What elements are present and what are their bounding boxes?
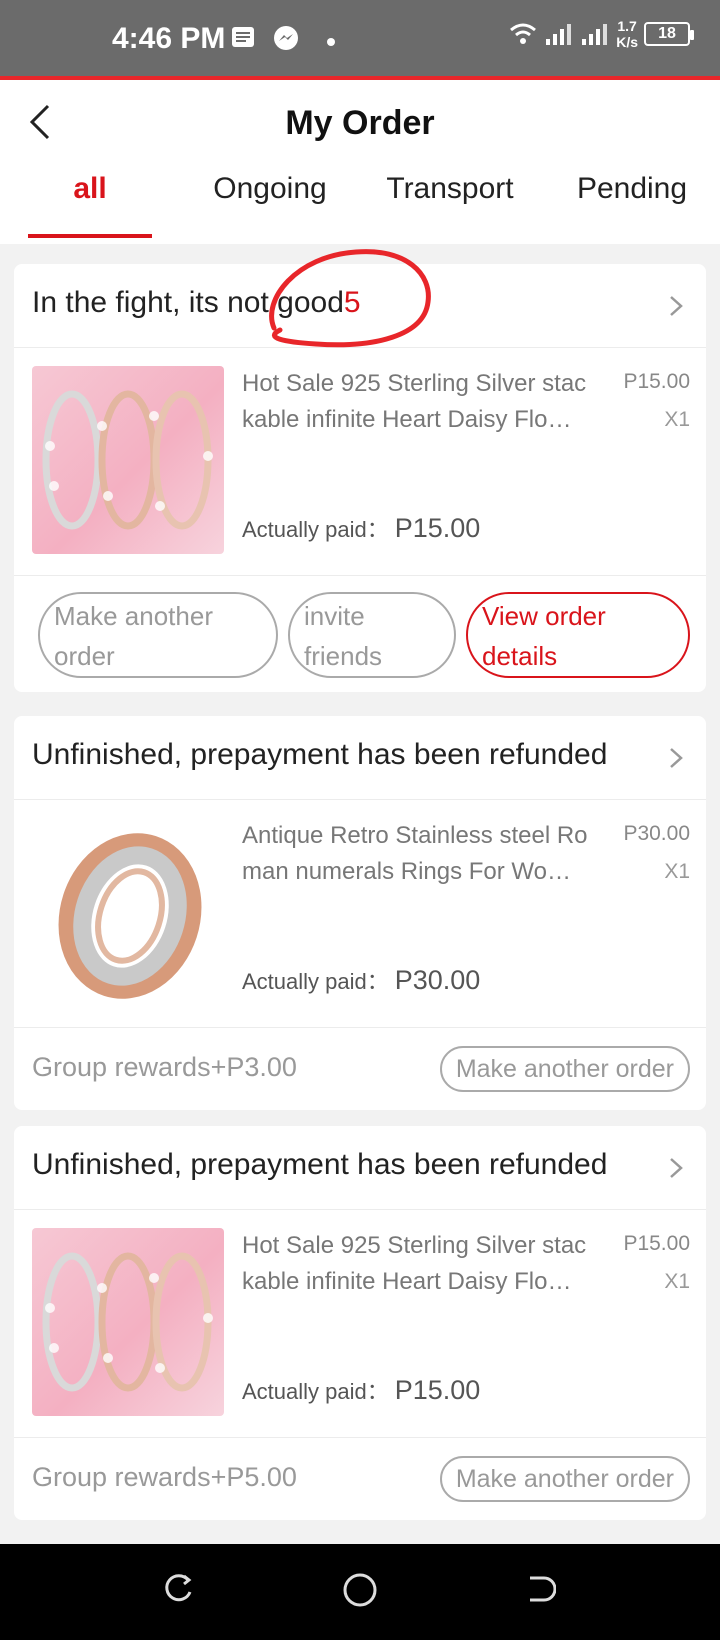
product-quantity: X1 <box>664 860 690 883</box>
status-right: 1.7 K/s 18 <box>508 18 694 50</box>
chevron-right-icon <box>670 1158 683 1178</box>
product-quantity: X1 <box>664 1270 690 1293</box>
signal-icon <box>546 24 572 45</box>
order-card: In the fight, its not good5 Hot Sale 925… <box>14 264 706 692</box>
wifi-icon <box>510 23 537 44</box>
recent-apps-icon[interactable] <box>162 1572 196 1606</box>
make-another-order-button[interactable]: Make another order <box>439 1456 690 1502</box>
clock: 4:46 PM <box>112 22 226 55</box>
notification-message-icon <box>230 24 256 55</box>
product-name: Antique Retro Stainless steel Roman nume… <box>242 822 588 885</box>
battery-icon: 18 <box>644 22 694 46</box>
status-count: 5 <box>343 286 361 319</box>
product-quantity: X1 <box>664 408 690 431</box>
back-icon[interactable] <box>522 1572 556 1606</box>
system-nav-bar <box>0 1544 720 1640</box>
group-reward: Group rewards+P5.00 <box>32 1462 297 1492</box>
order-status-row[interactable]: Unfinished, prepayment has been refunded <box>14 716 706 800</box>
header: My Order all Ongoing Transport Pending <box>0 80 720 244</box>
order-footer: Group rewards+P5.00 Make another order <box>14 1438 706 1520</box>
home-icon[interactable] <box>342 1572 378 1608</box>
product-name: Hot Sale 925 Sterling Silver stackable i… <box>242 370 587 433</box>
make-another-order-button[interactable]: Make another order <box>38 592 278 678</box>
order-item[interactable]: Hot Sale 925 Sterling Silver stackable i… <box>14 348 706 576</box>
tab-ongoing[interactable]: Ongoing <box>196 166 344 244</box>
product-name: Hot Sale 925 Sterling Silver stackable i… <box>242 1232 587 1295</box>
order-item[interactable]: Hot Sale 925 Sterling Silver stackable i… <box>14 1210 706 1438</box>
order-status: Unfinished, prepayment has been refunded <box>32 738 608 771</box>
order-status: In the fight, its not good5 <box>32 286 361 319</box>
messenger-icon <box>272 24 300 57</box>
actually-paid: Actually paid： P15.00 <box>242 1375 481 1405</box>
order-item[interactable]: Antique Retro Stainless steel Roman nume… <box>14 800 706 1028</box>
product-price: P30.00 <box>623 822 690 845</box>
tab-all[interactable]: all <box>28 166 152 244</box>
product-image <box>32 366 224 554</box>
order-card: Unfinished, prepayment has been refunded… <box>14 716 706 1110</box>
actually-paid: Actually paid： P30.00 <box>242 965 481 995</box>
tab-transport[interactable]: Transport <box>376 166 524 244</box>
status-bar: 4:46 PM 1.7 K/s 18 <box>0 0 720 80</box>
network-speed: 1.7 K/s <box>616 18 638 50</box>
product-price: P15.00 <box>623 370 690 393</box>
order-status: Unfinished, prepayment has been refunded <box>32 1148 608 1181</box>
product-price: P15.00 <box>623 1232 690 1255</box>
tab-pending[interactable]: Pending <box>566 166 698 244</box>
group-reward: Group rewards+P3.00 <box>32 1052 297 1082</box>
active-tab-indicator <box>28 234 152 238</box>
invite-friends-button[interactable]: invite friends <box>288 592 456 678</box>
product-image <box>32 1228 224 1416</box>
order-actions: Make another order invite friends View o… <box>14 576 706 692</box>
product-image <box>32 818 224 1006</box>
signal-icon-2 <box>582 24 608 45</box>
tab-bar: all Ongoing Transport Pending <box>0 166 720 244</box>
order-footer: Group rewards+P3.00 Make another order <box>14 1028 706 1110</box>
chevron-right-icon <box>670 748 683 768</box>
dot-icon <box>326 34 336 52</box>
order-card: Unfinished, prepayment has been refunded… <box>14 1126 706 1520</box>
order-status-row[interactable]: In the fight, its not good5 <box>14 264 706 348</box>
actually-paid: Actually paid： P15.00 <box>242 513 481 543</box>
view-order-details-button[interactable]: View order details <box>466 592 690 678</box>
chevron-right-icon <box>670 296 683 316</box>
make-another-order-button[interactable]: Make another order <box>439 1046 690 1092</box>
order-status-row[interactable]: Unfinished, prepayment has been refunded <box>14 1126 706 1210</box>
page-title: My Order <box>285 104 435 142</box>
